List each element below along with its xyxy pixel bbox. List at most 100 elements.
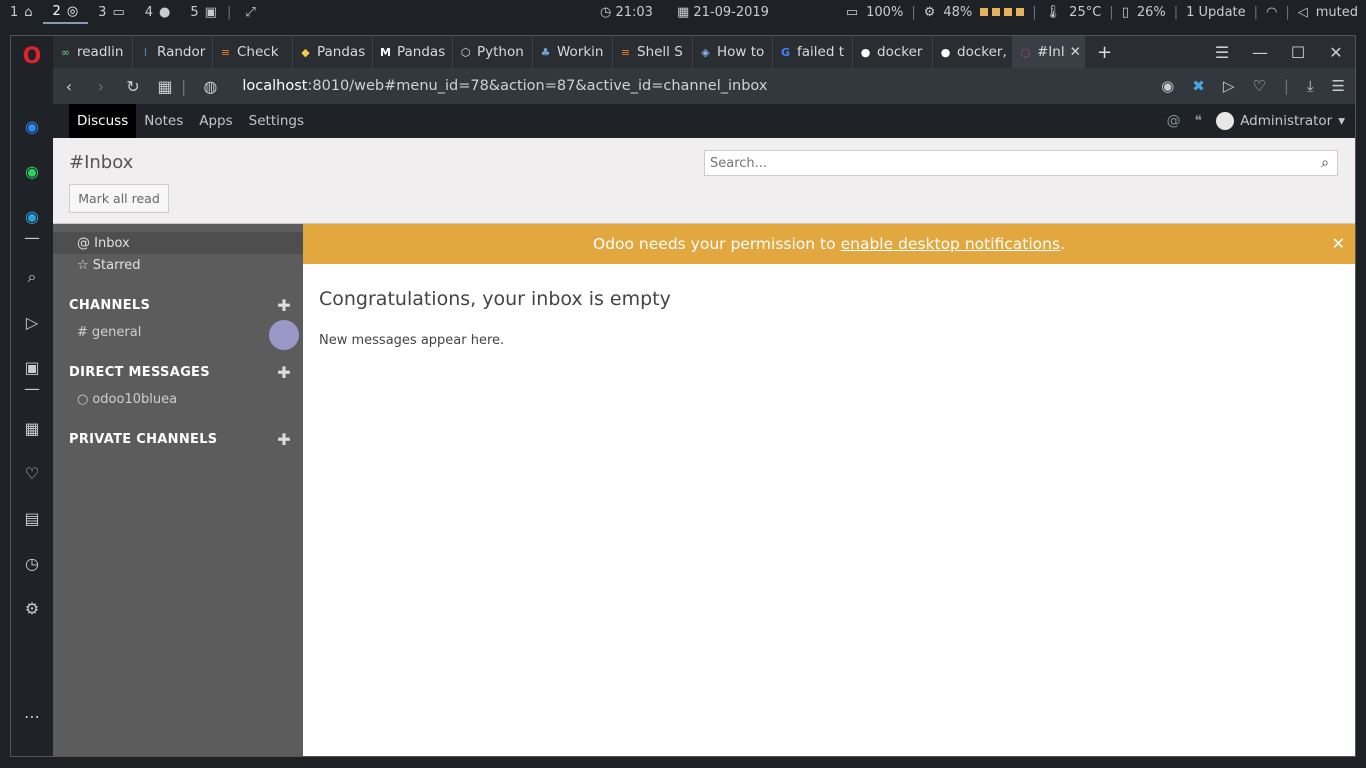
url-field[interactable]: localhost:8010/web#menu_id=78&action=87&… bbox=[242, 78, 767, 94]
close-icon[interactable]: ✕ bbox=[1070, 44, 1081, 60]
tab[interactable]: Gfailed t bbox=[773, 36, 853, 68]
tab-favicon-icon: G bbox=[780, 45, 791, 59]
tab-label: failed t bbox=[797, 44, 844, 60]
status-area: ▭ 100% | ⚙ 48% | 🌡 25°C | ▯ 26% | 1 Upda… bbox=[845, 4, 1358, 20]
channels-header-label: CHANNELS bbox=[69, 298, 151, 313]
search-input[interactable] bbox=[705, 155, 1313, 171]
sidebar-item-starred[interactable]: ☆ Starred bbox=[53, 254, 303, 276]
tab-favicon-icon: ◆ bbox=[301, 45, 310, 59]
tab[interactable]: ⁞ Randor bbox=[133, 36, 213, 68]
enable-notifications-link[interactable]: enable desktop notifications bbox=[841, 235, 1060, 253]
download-icon[interactable]: ⤓ bbox=[1307, 77, 1314, 95]
notice-text: Odoo needs your permission to bbox=[593, 235, 836, 253]
tab-label: Pandas bbox=[397, 44, 446, 60]
forward-icon[interactable]: › bbox=[85, 77, 117, 96]
dm-item-odoo10bluea[interactable]: ○ odoo10bluea bbox=[77, 392, 177, 407]
tab-favicon-icon: ♣ bbox=[540, 45, 551, 59]
updates-value[interactable]: 1 Update bbox=[1186, 5, 1245, 20]
minimize-icon[interactable]: — bbox=[1241, 43, 1279, 62]
workspace-2[interactable]: 2 ◎ bbox=[42, 0, 89, 24]
workspace-1[interactable]: 1 ⌂ bbox=[0, 0, 43, 24]
user-menu[interactable]: Administrator ▾ bbox=[1216, 112, 1345, 130]
history-icon[interactable]: ◷ bbox=[11, 547, 53, 579]
sidebar-item-label: Inbox bbox=[94, 235, 130, 251]
tab[interactable]: ≡ Shell S bbox=[613, 36, 693, 68]
wifi-icon: ◠ bbox=[1266, 4, 1278, 20]
workspace-3[interactable]: 3 ▭ bbox=[88, 0, 135, 24]
loading-drop-indicator bbox=[269, 320, 299, 350]
new-tab-icon[interactable]: + bbox=[1097, 42, 1112, 63]
workspace-5[interactable]: 5 ▣ bbox=[180, 0, 227, 24]
menu-notes[interactable]: Notes bbox=[136, 104, 191, 138]
mark-all-read-button[interactable]: Mark all read bbox=[69, 184, 169, 213]
news-icon[interactable]: ▤ bbox=[11, 502, 53, 534]
tab[interactable]: M Pandas bbox=[373, 36, 453, 68]
add-private-channel-icon[interactable]: ✚ bbox=[277, 430, 291, 449]
close-window-icon[interactable]: ✕ bbox=[1317, 43, 1355, 62]
battery-icon: ▭ bbox=[845, 4, 859, 20]
volume-value[interactable]: muted bbox=[1316, 5, 1358, 20]
chat-bubbles-icon[interactable]: ❝ bbox=[1195, 113, 1203, 129]
url-host: localhost bbox=[242, 78, 308, 94]
avatar bbox=[1216, 112, 1235, 130]
window-controls: ☰ — ☐ ✕ bbox=[1203, 36, 1355, 68]
tab[interactable]: ● docker bbox=[853, 36, 933, 68]
star-icon: ☆ bbox=[77, 257, 89, 273]
tab-menu-icon[interactable]: ☰ bbox=[1203, 43, 1241, 62]
calendar-icon: ▦ bbox=[676, 4, 690, 20]
folder-icon: ▭ bbox=[112, 4, 125, 20]
back-icon[interactable]: ‹ bbox=[53, 77, 85, 96]
camera-icon[interactable]: ◉ bbox=[1161, 77, 1174, 95]
search-icon[interactable]: ⌕ bbox=[11, 261, 53, 293]
heart-icon[interactable]: ♡ bbox=[11, 457, 53, 489]
channel-item-general[interactable]: # general bbox=[77, 325, 141, 340]
page-title: #Inbox bbox=[69, 152, 134, 173]
home-icon: ⌂ bbox=[24, 4, 33, 20]
tab[interactable]: ≡ Check bbox=[213, 36, 293, 68]
close-banner-icon[interactable]: ✕ bbox=[1332, 234, 1345, 253]
discuss-sidebar: @ Inbox ☆ Starred CHANNELS ✚ # general DIR… bbox=[53, 224, 303, 756]
memory-value: 26% bbox=[1136, 4, 1166, 20]
hash-icon: # bbox=[77, 325, 88, 340]
menu-settings[interactable]: Settings bbox=[241, 104, 312, 138]
private-channels-header: PRIVATE CHANNELS ✚ bbox=[69, 430, 291, 449]
reload-icon[interactable]: ↻ bbox=[117, 77, 149, 96]
at-icon[interactable]: @ bbox=[1167, 113, 1181, 129]
tab[interactable]: ♣ Workin bbox=[533, 36, 613, 68]
heart-icon[interactable]: ♡ bbox=[1252, 77, 1265, 95]
workspace-4[interactable]: 4 ● bbox=[135, 0, 181, 24]
search-icon[interactable]: ⌕ bbox=[1313, 155, 1337, 171]
whatsapp-icon[interactable]: ◉ bbox=[11, 155, 53, 187]
expand-icon[interactable]: ⤢ bbox=[245, 5, 255, 20]
send-icon[interactable]: ▷ bbox=[11, 306, 53, 338]
clock-icon: ◷ bbox=[600, 4, 612, 20]
menu-discuss[interactable]: Discuss bbox=[69, 104, 137, 138]
speed-dial-icon[interactable]: ▦ bbox=[11, 412, 53, 444]
messenger-icon[interactable]: ◉ bbox=[11, 110, 53, 142]
send-icon[interactable]: ▷ bbox=[1223, 77, 1235, 95]
opera-logo-icon[interactable]: O bbox=[11, 40, 53, 72]
settings-gear-icon[interactable]: ⚙ bbox=[11, 592, 53, 624]
tab[interactable]: ∞ readlin bbox=[53, 36, 133, 68]
browser-sidebar: O ◉ ◉ ◉ — ⌕ ▷ ▣ — ▦ ♡ ▤ ◷ ⚙ ⋯ bbox=[11, 36, 53, 756]
at-icon: @ bbox=[77, 235, 90, 251]
maximize-icon[interactable]: ☐ bbox=[1279, 43, 1317, 62]
tabs-overview-icon[interactable]: ▦ bbox=[149, 77, 181, 96]
tab-active[interactable]: ○ #Inl ✕ bbox=[1013, 36, 1085, 68]
tab-label: #Inl bbox=[1037, 44, 1065, 60]
tab[interactable]: ⬡ Python bbox=[453, 36, 533, 68]
add-dm-icon[interactable]: ✚ bbox=[277, 363, 291, 382]
more-icon[interactable]: ⋯ bbox=[11, 700, 53, 732]
easy-setup-icon[interactable]: ☰ bbox=[1332, 77, 1345, 95]
tab[interactable]: ● docker, bbox=[933, 36, 1013, 68]
tab-label: Pandas bbox=[317, 44, 366, 60]
tab-label: Check bbox=[237, 44, 279, 60]
add-channel-icon[interactable]: ✚ bbox=[277, 296, 291, 315]
menu-apps[interactable]: Apps bbox=[191, 104, 240, 138]
tab-favicon-icon: ○ bbox=[1020, 45, 1031, 59]
temp-value: 25°C bbox=[1069, 4, 1102, 20]
sidebar-item-inbox[interactable]: @ Inbox bbox=[53, 232, 303, 254]
tab[interactable]: ◈ How to bbox=[693, 36, 773, 68]
adblock-icon[interactable]: ✖ bbox=[1192, 77, 1205, 95]
tab[interactable]: ◆ Pandas bbox=[293, 36, 373, 68]
